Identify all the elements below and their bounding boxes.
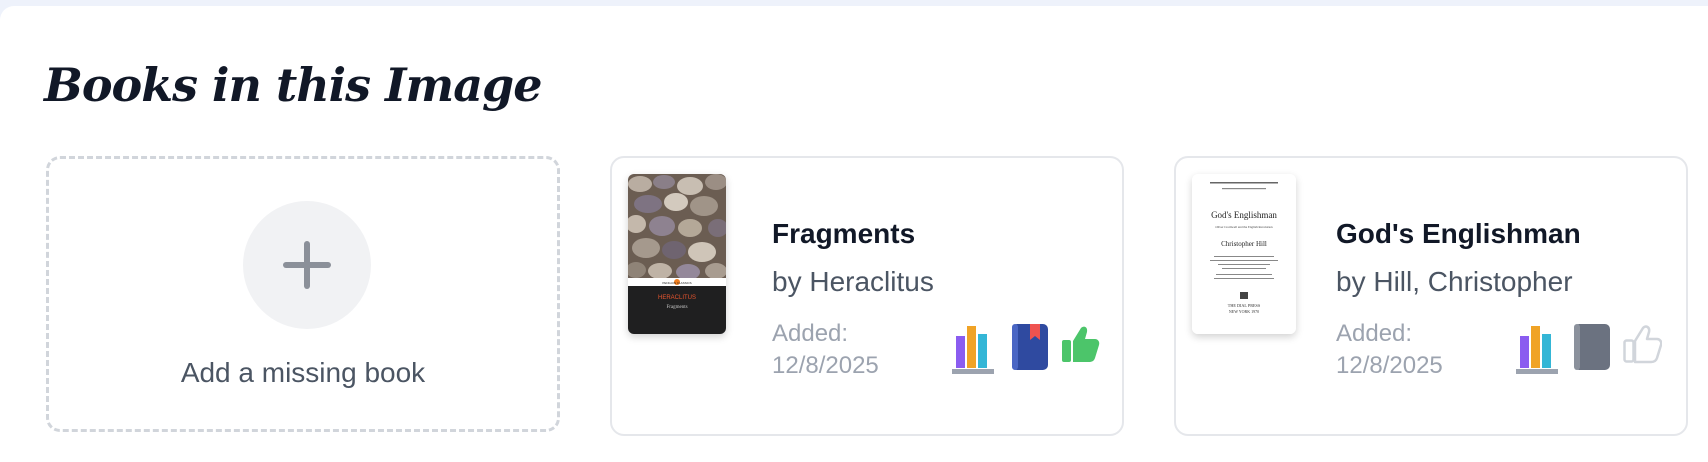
- books-panel: Books in this Image Add a missing book H…: [0, 6, 1708, 462]
- book-title[interactable]: God's Englishman: [1336, 218, 1581, 250]
- added-label: Added:: [1336, 320, 1413, 347]
- added-date-value: 12/8/2025: [1336, 352, 1443, 379]
- add-missing-book-card[interactable]: Add a missing book: [46, 156, 560, 432]
- book-cover-fragments[interactable]: HERACLITUS Fragments PENGUIN CLASSICS: [628, 174, 726, 334]
- cover-art-pebbles: HERACLITUS Fragments PENGUIN CLASSICS: [628, 174, 726, 334]
- thumbs-up-icon[interactable]: [1622, 324, 1663, 369]
- thumbs-up-icon[interactable]: [1060, 324, 1100, 369]
- shelf-icon[interactable]: [952, 324, 994, 379]
- bookmark-icon[interactable]: [1574, 324, 1610, 375]
- book-author: by Hill, Christopher: [1336, 266, 1573, 297]
- book-card-gods-englishman[interactable]: God's Englishman Oliver Cromwell and the…: [1174, 156, 1688, 436]
- book-author: by Heraclitus: [772, 266, 934, 297]
- svg-text:Oliver Cromwell and the Englis: Oliver Cromwell and the English Revoluti…: [1215, 225, 1273, 229]
- svg-text:NEW YORK 1970: NEW YORK 1970: [1229, 309, 1259, 314]
- cover-art-title-page: God's Englishman Oliver Cromwell and the…: [1192, 174, 1296, 334]
- added-date-value: 12/8/2025: [772, 352, 879, 379]
- added-date: Added: 12/8/2025: [772, 318, 932, 382]
- plus-icon: [283, 241, 331, 289]
- svg-text:HERACLITUS: HERACLITUS: [658, 295, 696, 301]
- add-button-circle[interactable]: [243, 201, 371, 329]
- section-title: Books in this Image: [44, 58, 542, 112]
- svg-text:Christopher Hill: Christopher Hill: [1221, 240, 1267, 248]
- svg-text:THE DIAL PRESS: THE DIAL PRESS: [1228, 303, 1261, 308]
- svg-text:Fragments: Fragments: [666, 305, 687, 310]
- svg-text:God's Englishman: God's Englishman: [1211, 210, 1277, 220]
- added-date: Added: 12/8/2025: [1336, 318, 1496, 382]
- add-missing-book-label: Add a missing book: [180, 357, 426, 388]
- bookmark-icon[interactable]: [1012, 324, 1048, 375]
- book-title[interactable]: Fragments: [772, 218, 915, 250]
- added-label: Added:: [772, 320, 849, 347]
- book-card-fragments[interactable]: HERACLITUS Fragments PENGUIN CLASSICS Fr…: [610, 156, 1124, 436]
- book-cover-gods-englishman[interactable]: God's Englishman Oliver Cromwell and the…: [1192, 174, 1296, 334]
- shelf-icon[interactable]: [1516, 324, 1558, 379]
- svg-text:PENGUIN CLASSICS: PENGUIN CLASSICS: [662, 281, 691, 285]
